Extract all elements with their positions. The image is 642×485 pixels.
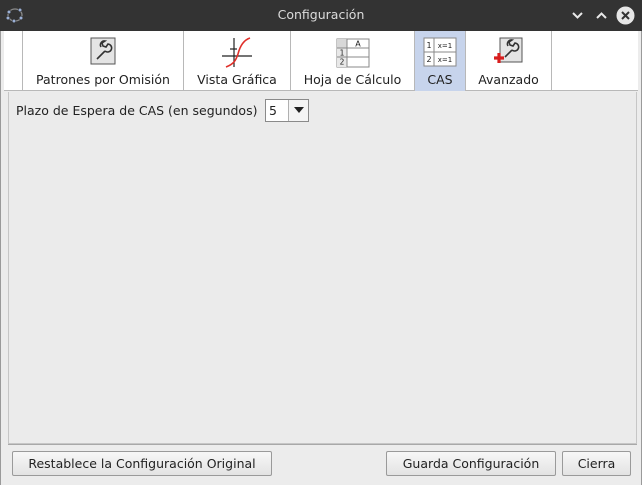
dropdown-arrow-button[interactable]: [288, 100, 308, 121]
tab-advanced-label: Avanzado: [478, 72, 539, 87]
svg-text:x=1: x=1: [438, 56, 452, 64]
svg-text:2: 2: [339, 58, 344, 67]
tab-spreadsheet-label: Hoja de Cálculo: [303, 72, 402, 87]
tab-defaults[interactable]: Patrones por Omisión: [22, 31, 184, 91]
close-dialog-button[interactable]: Cierra: [562, 451, 631, 476]
tab-defaults-label: Patrones por Omisión: [36, 72, 170, 87]
cas-settings-panel: Plazo de Espera de CAS (en segundos) 5: [8, 92, 637, 444]
chevron-up-icon: [596, 12, 607, 19]
title-bar[interactable]: Configuración: [0, 0, 642, 31]
tab-cas[interactable]: 1 x=1 2 x=1 CAS: [415, 31, 466, 91]
tab-advanced[interactable]: Avanzado: [466, 31, 552, 91]
cas-icon: 1 x=1 2 x=1: [423, 36, 457, 68]
reset-defaults-button[interactable]: Restablece la Configuración Original: [12, 451, 272, 476]
svg-text:x=1: x=1: [438, 42, 452, 50]
minimize-button[interactable]: [568, 6, 587, 25]
advanced-wrench-plus-icon: [492, 36, 526, 68]
dialog-body: Patrones por Omisión Vista Gráfica A 1 2…: [0, 31, 642, 485]
tab-graphics-view[interactable]: Vista Gráfica: [184, 31, 291, 91]
svg-text:2: 2: [426, 55, 431, 64]
graph-view-icon: [220, 36, 254, 68]
wrench-icon: [86, 36, 120, 68]
close-button[interactable]: [616, 6, 635, 25]
tab-cas-label: CAS: [427, 72, 453, 87]
svg-text:1: 1: [426, 41, 431, 50]
cas-timeout-select[interactable]: 5: [265, 99, 309, 122]
cas-timeout-value: 5: [269, 103, 277, 118]
cas-timeout-label: Plazo de Espera de CAS (en segundos): [16, 103, 258, 118]
chevron-down-icon: [572, 12, 583, 19]
footer-divider: [8, 444, 637, 445]
svg-text:A: A: [355, 40, 361, 49]
close-icon: [616, 6, 635, 25]
save-settings-button[interactable]: Guarda Configuración: [386, 451, 556, 476]
svg-text:1: 1: [339, 49, 344, 58]
caret-down-icon: [293, 107, 304, 113]
settings-tab-strip: Patrones por Omisión Vista Gráfica A 1 2…: [4, 31, 638, 91]
window-title: Configuración: [277, 7, 365, 22]
spreadsheet-icon: A 1 2: [336, 36, 370, 68]
maximize-button[interactable]: [592, 6, 611, 25]
tab-graphics-view-label: Vista Gráfica: [197, 72, 277, 87]
tab-spreadsheet[interactable]: A 1 2 Hoja de Cálculo: [291, 31, 415, 91]
